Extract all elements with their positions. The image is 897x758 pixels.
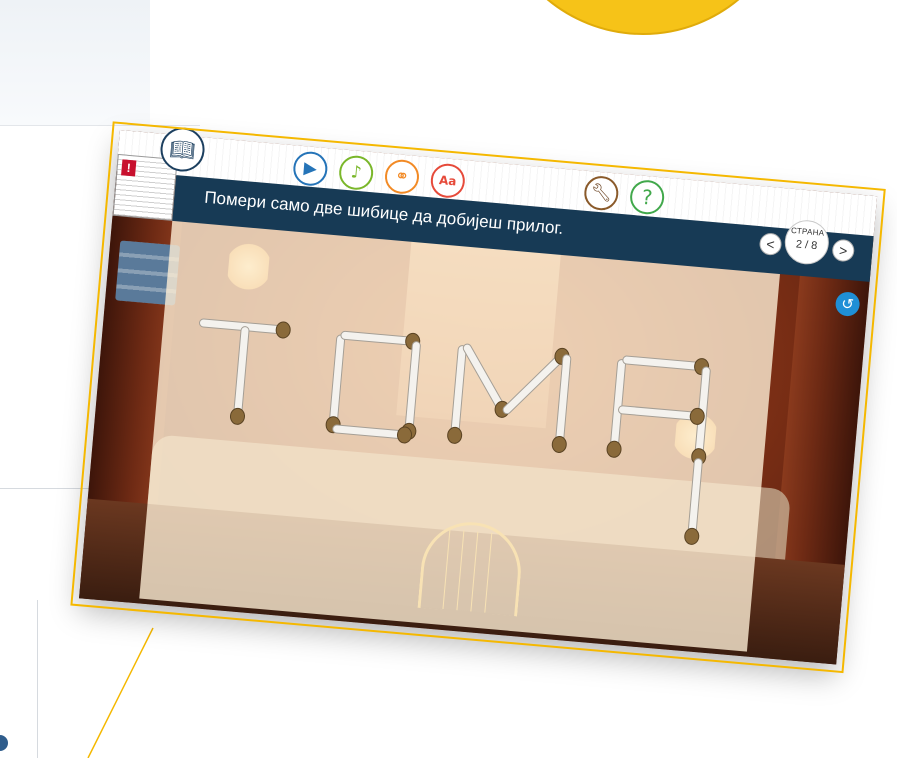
link-button[interactable]: ⚭ bbox=[383, 158, 421, 196]
match-head bbox=[606, 440, 622, 458]
page-label: СТРАНА bbox=[790, 225, 825, 238]
matchstick-puzzle bbox=[198, 318, 711, 545]
wrench-icon: 🔧︎ bbox=[589, 182, 613, 205]
letter-a bbox=[606, 352, 711, 545]
matchstick[interactable] bbox=[551, 354, 574, 453]
background-vertical-line bbox=[37, 600, 38, 758]
play-icon: ▶ bbox=[302, 158, 318, 180]
matchstick-body bbox=[405, 342, 420, 435]
matchstick[interactable] bbox=[325, 334, 347, 434]
font-size-icon: Aa bbox=[438, 173, 458, 189]
chevron-right-icon: > bbox=[838, 242, 849, 259]
music-note-icon: ♪ bbox=[349, 162, 363, 184]
background-sidebar-divider bbox=[0, 488, 90, 489]
matchstick-body bbox=[503, 352, 566, 414]
matchstick[interactable] bbox=[618, 402, 705, 425]
matchstick-body bbox=[619, 406, 701, 420]
music-button[interactable]: ♪ bbox=[337, 154, 375, 192]
book-icon: 📖︎ bbox=[168, 136, 197, 163]
matchstick[interactable] bbox=[447, 345, 469, 444]
screenshot-stage: ▶ ♪ ⚭ Aa 🔧︎ ? ! 📖︎ Помери само две шибиц… bbox=[0, 0, 897, 758]
matchstick-body bbox=[555, 355, 571, 448]
puzzle-board bbox=[139, 219, 781, 652]
matchstick[interactable] bbox=[340, 327, 421, 350]
chevron-left-icon: < bbox=[765, 235, 776, 253]
letter-o bbox=[325, 327, 423, 444]
help-button[interactable]: ? bbox=[628, 178, 666, 216]
match-head bbox=[229, 407, 245, 425]
font-size-button[interactable]: Aa bbox=[429, 162, 467, 200]
matchstick[interactable] bbox=[229, 326, 252, 425]
match-head bbox=[551, 435, 567, 453]
matchstick-body bbox=[463, 344, 506, 413]
matchstick-body bbox=[623, 356, 706, 371]
help-icon: ? bbox=[640, 184, 654, 210]
matchstick-body bbox=[329, 335, 345, 429]
matchstick[interactable] bbox=[401, 341, 423, 440]
letter-t bbox=[198, 318, 291, 425]
background-header-block bbox=[0, 0, 150, 125]
page-count: 2 / 8 bbox=[795, 238, 818, 253]
background-divider bbox=[0, 125, 200, 126]
matchstick-body bbox=[451, 346, 466, 439]
play-video-button[interactable]: ▶ bbox=[291, 150, 329, 188]
chain-link-icon: ⚭ bbox=[394, 166, 410, 188]
letter-m bbox=[447, 343, 574, 453]
match-head bbox=[684, 527, 700, 545]
tools-button[interactable]: 🔧︎ bbox=[582, 174, 620, 212]
match-head bbox=[396, 426, 413, 444]
matchstick-body bbox=[233, 327, 249, 420]
match-head bbox=[275, 321, 291, 339]
matchstick[interactable] bbox=[622, 352, 710, 376]
background-corner-icon bbox=[0, 735, 8, 751]
undo-icon: ↺ bbox=[840, 294, 855, 314]
matchstick[interactable] bbox=[684, 458, 705, 545]
match-head bbox=[447, 426, 463, 444]
warning-badge: ! bbox=[121, 159, 137, 177]
app-screenshot: ▶ ♪ ⚭ Aa 🔧︎ ? ! 📖︎ Помери само две шибиц… bbox=[70, 121, 886, 674]
matchstick[interactable] bbox=[332, 421, 413, 444]
callout-disc bbox=[493, 0, 793, 35]
